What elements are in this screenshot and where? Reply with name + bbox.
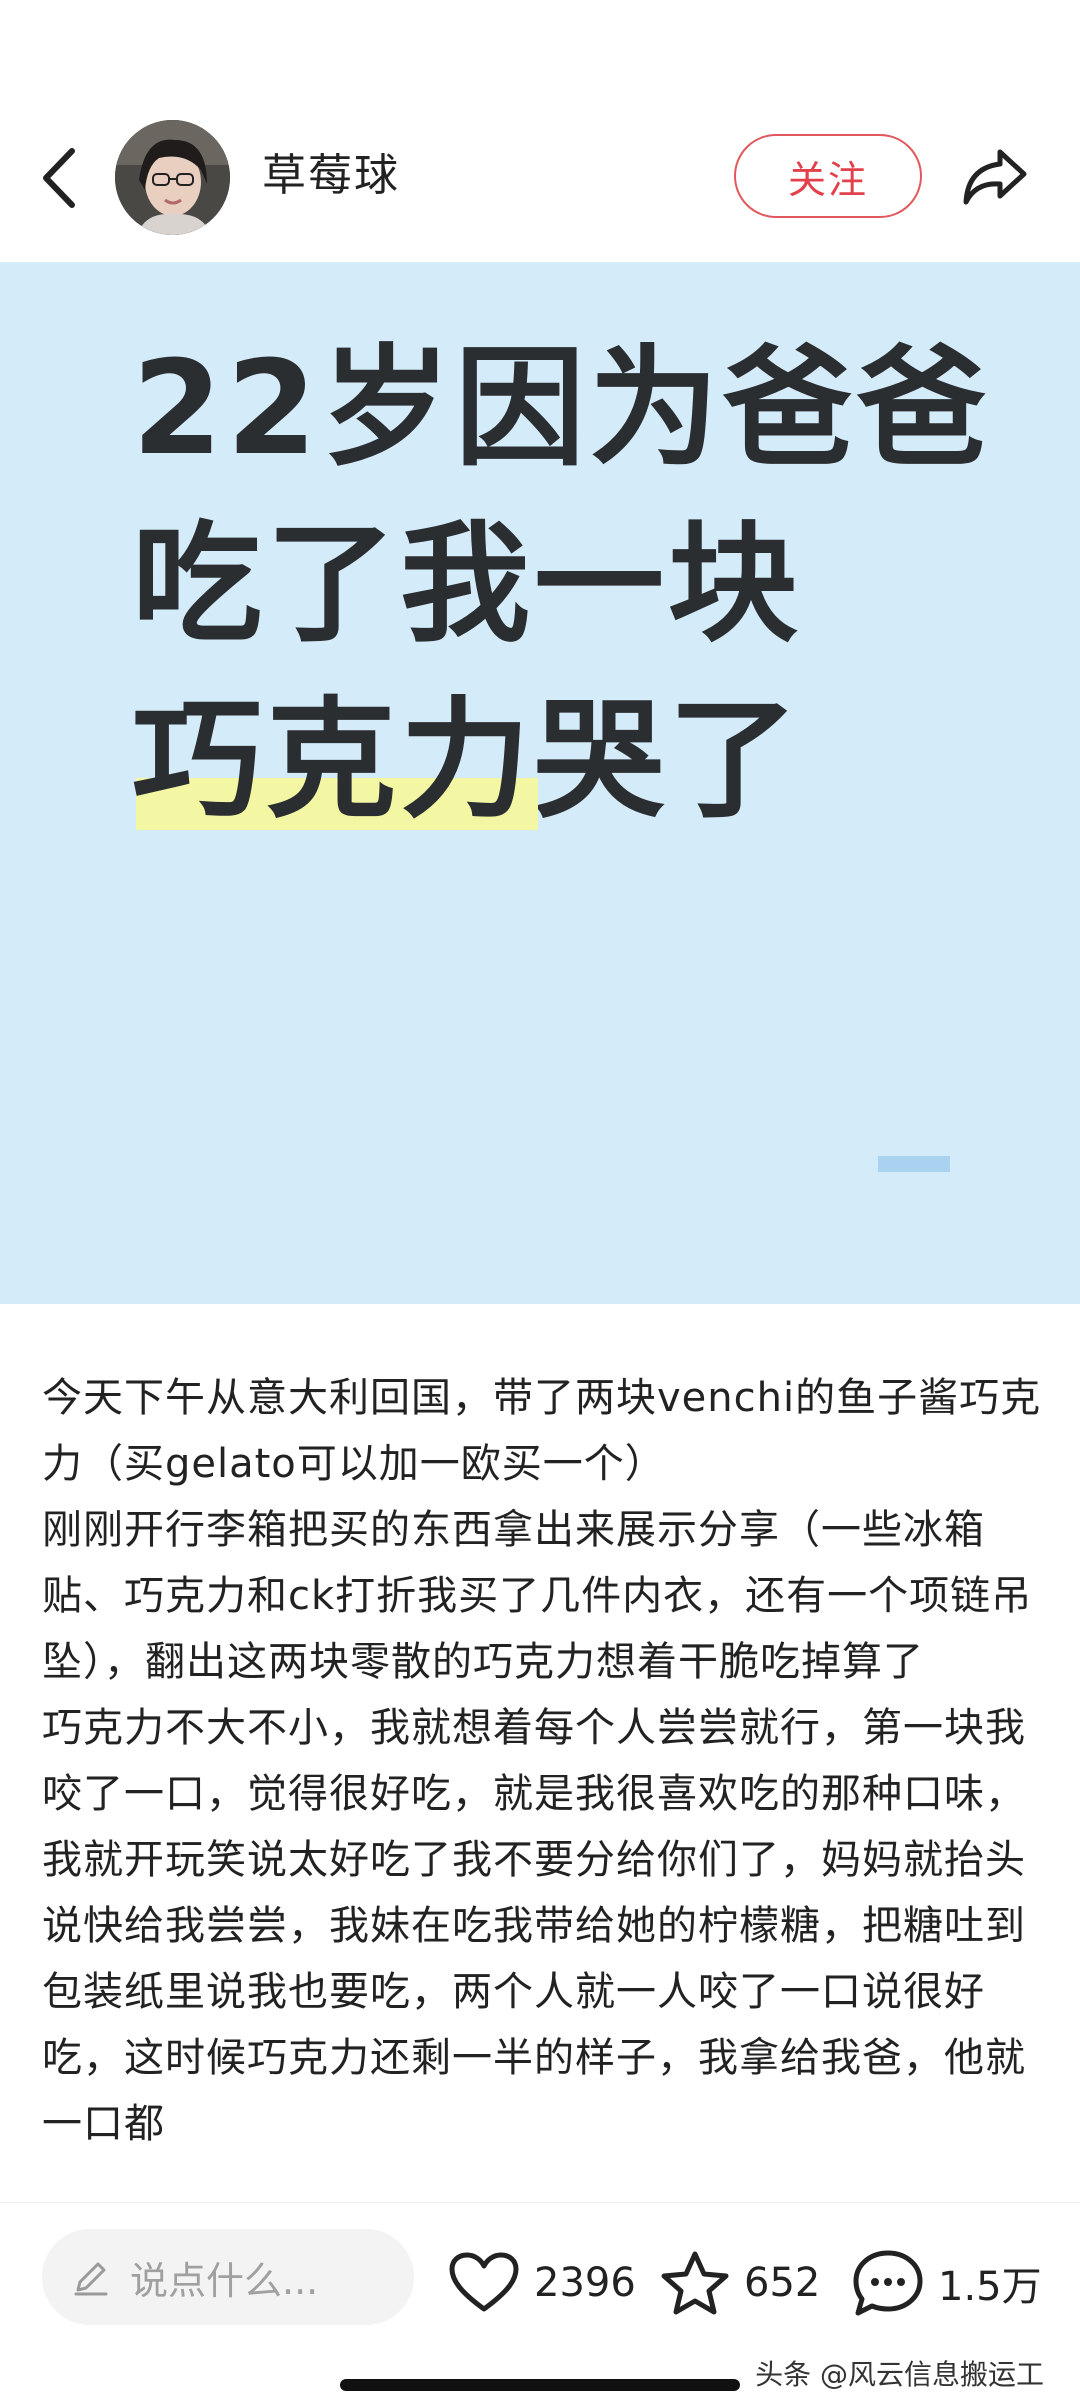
avatar-photo xyxy=(115,120,230,235)
cover-image[interactable]: 22岁因为爸爸 吃了我一块 巧克力哭了 xyxy=(0,262,1080,1304)
comment-count: 1.5万 xyxy=(938,2264,1042,2310)
favorite-count: 652 xyxy=(744,2260,821,2306)
back-button[interactable] xyxy=(30,140,86,216)
article-body: 今天下午从意大利回国，带了两块venchi的鱼子酱巧克力（买gelato可以加一… xyxy=(42,1365,1042,2200)
author-name[interactable]: 草莓球 xyxy=(262,146,400,206)
comment-input[interactable]: 说点什么... xyxy=(42,2229,414,2325)
home-indicator[interactable] xyxy=(340,2379,740,2391)
share-arrow-icon xyxy=(963,149,1027,205)
comment-bubble-icon xyxy=(853,2250,923,2316)
bottom-action-bar: 说点什么... 2396 652 1.5万 头条 @风云信息搬运工 xyxy=(0,2202,1080,2401)
heart-icon xyxy=(449,2252,519,2312)
pencil-icon xyxy=(74,2262,108,2296)
highlight-text: 巧克力 xyxy=(132,684,535,836)
like-button[interactable]: 2396 xyxy=(448,2243,636,2323)
cover-title: 22岁因为爸爸 吃了我一块 巧克力哭了 xyxy=(132,320,991,848)
like-count: 2396 xyxy=(534,2260,636,2306)
share-button[interactable] xyxy=(955,140,1035,214)
comment-placeholder: 说点什么... xyxy=(130,2258,319,2303)
cover-title-line-3: 巧克力哭了 xyxy=(132,672,991,848)
author-avatar[interactable] xyxy=(115,120,230,235)
article-paragraph: 今天下午从意大利回国，带了两块venchi的鱼子酱巧克力（买gelato可以加一… xyxy=(42,1375,1042,1487)
article-paragraph: 巧克力不大不小，我就想着每个人尝尝就行，第一块我咬了一口，觉得很好吃，就是我很喜… xyxy=(42,1705,1026,2147)
article-paragraph: 刚刚开行李箱把买的东西拿出来展示分享（一些冰箱贴、巧克力和ck打折我买了几件内衣… xyxy=(42,1507,1033,1685)
favorite-button[interactable]: 652 xyxy=(660,2243,820,2323)
image-page-indicator xyxy=(878,1156,950,1172)
title-line-3-rest: 哭了 xyxy=(534,684,803,836)
watermark: 头条 @风云信息搬运工 xyxy=(755,2358,1044,2391)
cover-title-line-1: 22岁因为爸爸 xyxy=(132,332,991,484)
star-icon xyxy=(661,2251,729,2315)
follow-button[interactable]: 关注 xyxy=(734,134,922,218)
comments-button[interactable]: 1.5万 xyxy=(852,2243,1042,2323)
title-highlight: 巧克力 xyxy=(132,672,539,848)
top-header: 草莓球 关注 xyxy=(0,0,1080,260)
back-chevron-icon xyxy=(43,148,75,208)
cover-title-line-2: 吃了我一块 xyxy=(132,508,803,660)
